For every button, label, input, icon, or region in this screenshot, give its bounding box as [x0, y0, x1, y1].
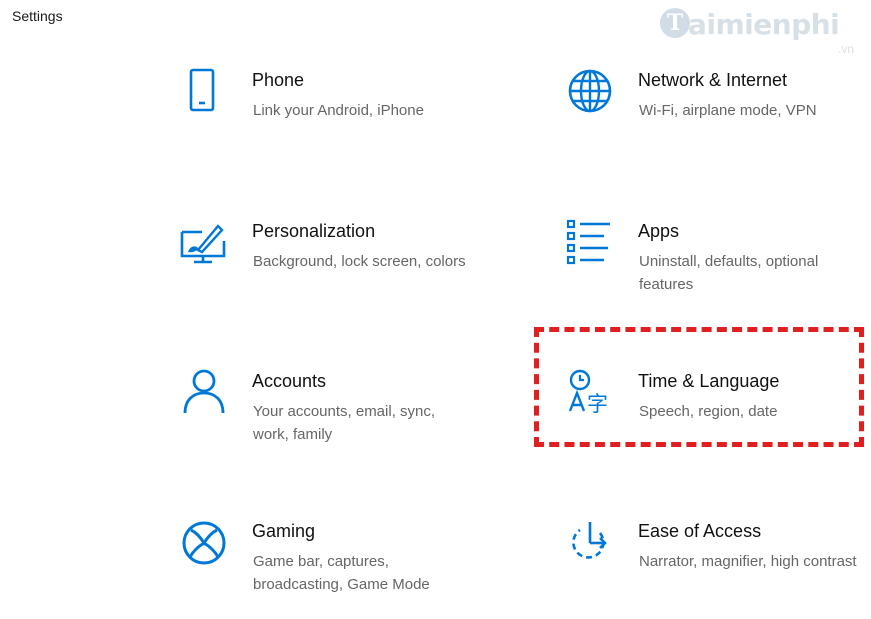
tile-label: Apps [638, 221, 680, 241]
watermark-badge: T [660, 8, 690, 38]
person-icon [180, 369, 228, 417]
apps-list-icon [566, 219, 614, 267]
settings-tile-ease-of-access[interactable]: Ease of Access Narrator, magnifier, high… [566, 519, 857, 619]
paintbrush-monitor-icon [180, 219, 228, 267]
tile-label: Gaming [252, 521, 316, 541]
tile-label: Ease of Access [638, 521, 762, 541]
tile-description: Narrator, magnifier, high contrast [639, 553, 857, 570]
settings-tile-network-internet[interactable]: Network & Internet Wi-Fi, airplane mode,… [566, 68, 856, 168]
highlight-frame [534, 327, 864, 447]
watermark-logo: T aimienphi .vn [660, 6, 870, 58]
window-title: Settings [12, 8, 63, 24]
tile-label: Personalization [252, 221, 376, 241]
settings-tile-gaming[interactable]: Gaming Game bar, captures, broadcasting,… [180, 519, 470, 619]
settings-tile-apps[interactable]: Apps Uninstall, defaults, optional featu… [566, 219, 856, 319]
tile-description: Background, lock screen, colors [253, 253, 466, 270]
tile-description: Uninstall, defaults, optional features [639, 253, 819, 293]
tile-description: Link your Android, iPhone [253, 102, 424, 119]
ease-of-access-icon [566, 519, 614, 567]
tile-description: Your accounts, email, sync, work, family [253, 403, 436, 443]
phone-icon [180, 68, 228, 116]
globe-icon [566, 68, 614, 116]
settings-tile-personalization[interactable]: Personalization Background, lock screen,… [180, 219, 470, 319]
settings-tile-phone[interactable]: Phone Link your Android, iPhone [180, 68, 470, 168]
tile-description: Game bar, captures, broadcasting, Game M… [253, 553, 430, 593]
tile-label: Network & Internet [638, 70, 788, 90]
settings-tile-accounts[interactable]: Accounts Your accounts, email, sync, wor… [180, 369, 470, 469]
watermark-domain: .vn [838, 42, 855, 56]
xbox-icon [180, 519, 228, 567]
tile-description: Wi-Fi, airplane mode, VPN [639, 102, 817, 119]
watermark-text: aimienphi [688, 8, 840, 41]
tile-label: Accounts [252, 371, 327, 391]
tile-label: Phone [252, 70, 305, 90]
